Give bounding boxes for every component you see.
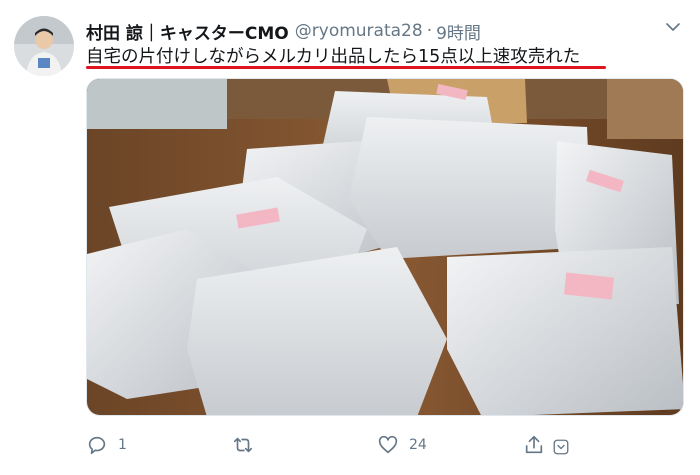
chevron-down-icon	[553, 439, 569, 455]
like-count: 24	[409, 437, 427, 453]
author-name[interactable]: 村田 諒｜キャスターCMO	[86, 19, 289, 44]
reply-button[interactable]: 1	[86, 434, 127, 456]
like-button[interactable]: 24	[377, 434, 427, 456]
timestamp[interactable]: 9時間	[436, 19, 481, 44]
comment-icon	[88, 436, 106, 455]
retweet-icon	[233, 437, 253, 453]
tweet-header: 村田 諒｜キャスターCMO @ryomurata28 · 9時間	[86, 18, 481, 44]
dm-share-button[interactable]	[552, 438, 570, 456]
heart-icon	[378, 435, 398, 454]
tweet-actions: 1 24	[86, 434, 586, 462]
author-handle[interactable]: @ryomurata28	[295, 21, 423, 41]
avatar[interactable]	[14, 16, 74, 76]
retweet-button[interactable]	[232, 434, 264, 456]
red-underline-annotation	[86, 66, 606, 69]
tweet-photo[interactable]	[86, 78, 684, 416]
share-button[interactable]	[523, 434, 545, 456]
tweet-text: 自宅の片付けしながらメルカリ出品したら15点以上速攻売れた	[86, 47, 581, 67]
share-icon	[525, 435, 543, 454]
tweet-card[interactable]: 村田 諒｜キャスターCMO @ryomurata28 · 9時間 自宅の片付けし…	[0, 0, 700, 475]
chevron-down-icon[interactable]	[664, 18, 682, 36]
photo-image	[87, 79, 683, 415]
avatar-image	[14, 16, 74, 76]
separator-dot: ·	[426, 21, 433, 41]
reply-count: 1	[118, 437, 127, 453]
